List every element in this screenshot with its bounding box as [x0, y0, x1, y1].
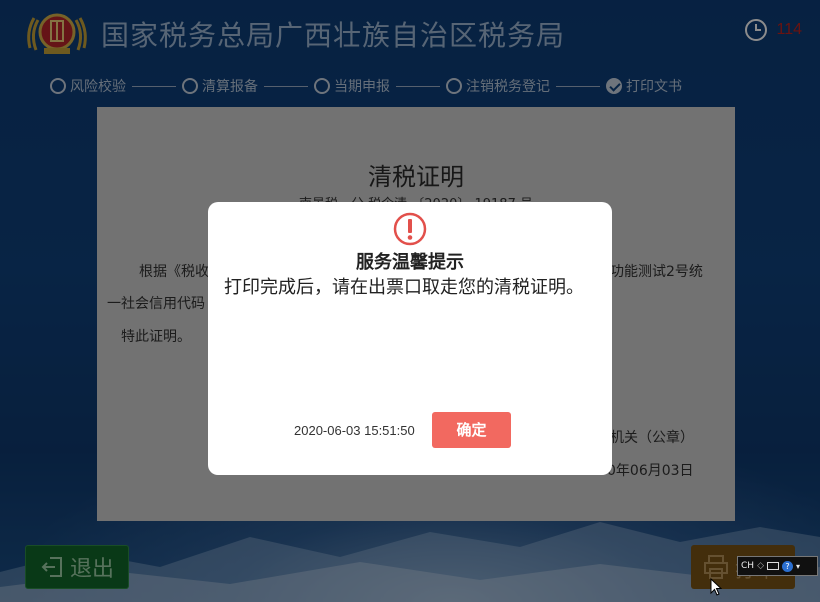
ime-dots-icon: ◇ [757, 561, 764, 571]
confirm-button[interactable]: 确定 [432, 412, 511, 448]
keyboard-icon[interactable] [766, 562, 779, 570]
warning-icon [393, 212, 427, 246]
dialog-message: 打印完成后，请在出票口取走您的清税证明。 [224, 277, 584, 298]
tray-arrow-icon[interactable]: ▾ [796, 562, 800, 571]
dialog-timestamp: 2020-06-03 15:51:50 [294, 423, 415, 438]
dialog-title: 服务温馨提示 [356, 252, 464, 273]
help-icon[interactable]: ? [781, 560, 793, 572]
ime-toolbar[interactable]: CH ◇ ? ▾ [737, 556, 818, 576]
ime-mode[interactable]: CH [741, 561, 754, 571]
mouse-cursor-icon [710, 578, 722, 596]
service-tip-dialog: 服务温馨提示 打印完成后，请在出票口取走您的清税证明。 2020-06-03 1… [208, 202, 612, 475]
